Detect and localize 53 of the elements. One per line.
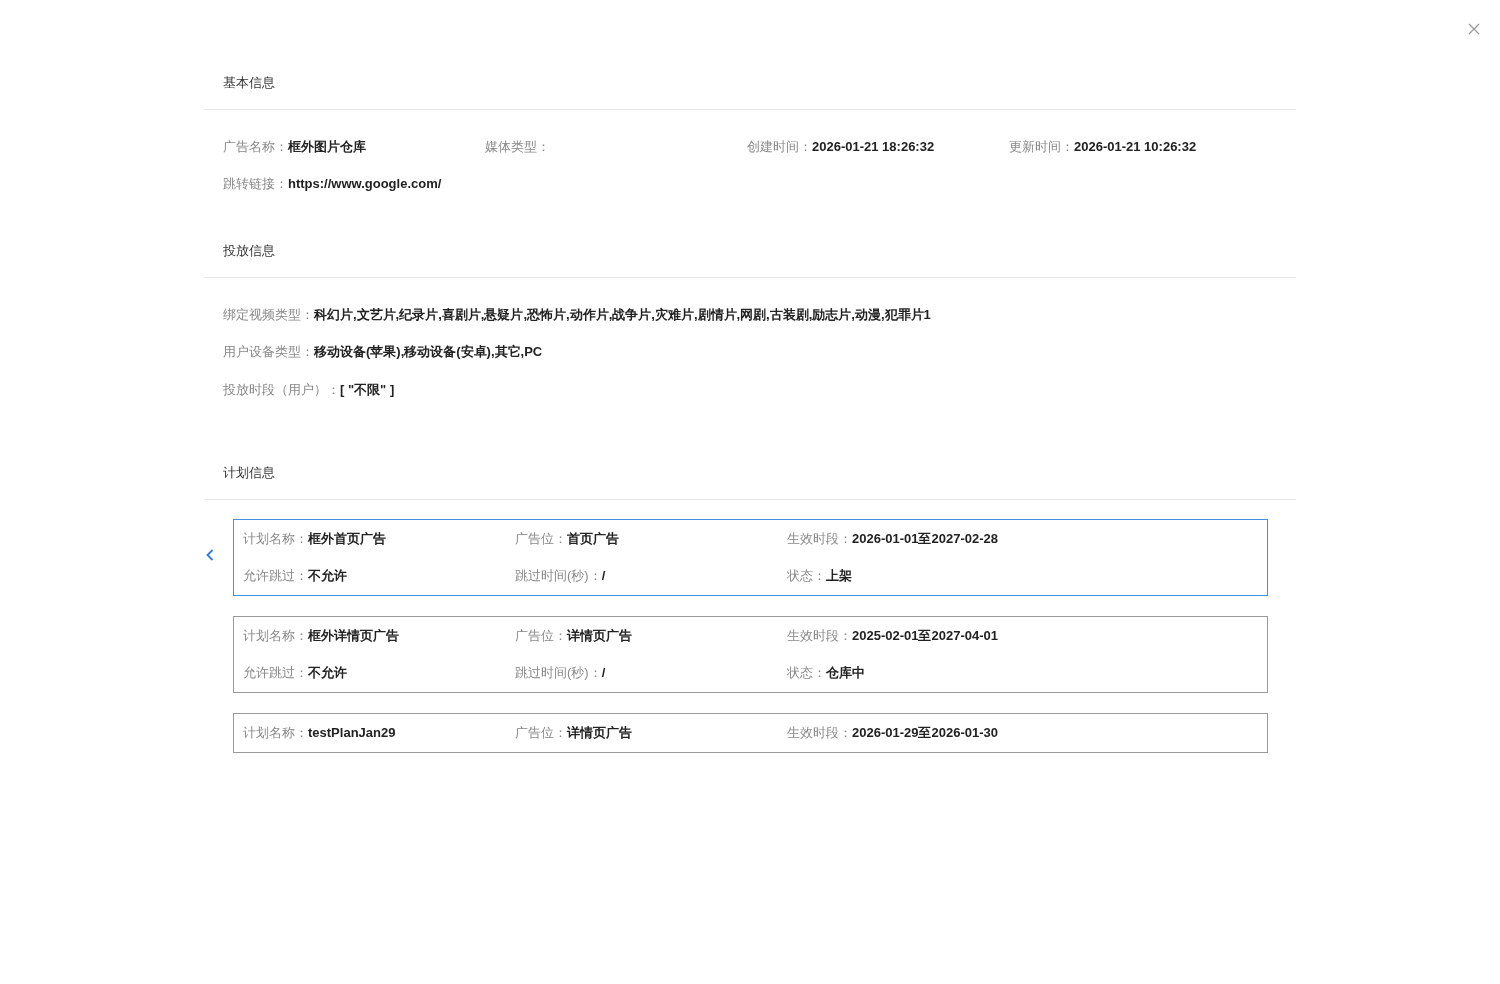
- field-value: 不允许: [308, 567, 347, 585]
- field-value: https://www.google.com/: [288, 176, 442, 192]
- field-label: 状态：: [787, 567, 826, 585]
- field-value: 首页广告: [567, 530, 619, 548]
- field-value: 科幻片,文艺片,纪录片,喜剧片,悬疑片,恐怖片,动作片,战争片,灾难片,剧情片,网剧,古装剧,励志片,动漫,犯罪片1: [314, 305, 931, 324]
- field-label: 绑定视频类型：: [223, 305, 314, 324]
- field-label: 允许跳过：: [243, 664, 308, 682]
- field-value: /: [601, 665, 606, 680]
- field-value: 详情页广告: [567, 627, 632, 645]
- field-label: 广告位：: [515, 530, 567, 548]
- field-label: 计划名称：: [243, 530, 308, 548]
- field-label: 状态：: [787, 664, 826, 682]
- field-value: 详情页广告: [567, 724, 632, 742]
- field-label: 投放时段（用户）：: [223, 380, 340, 399]
- field-value: 框外图片仓库: [288, 137, 366, 156]
- field-value: [ "不限" ]: [340, 380, 395, 399]
- field-value: /: [601, 568, 606, 583]
- field-value: 2026-01-29至2026-01-30: [852, 724, 998, 742]
- plan-card[interactable]: 计划名称：框外首页广告 广告位：首页广告 生效时段：2026-01-01至2027-02-28 允许跳过：不允许 跳过时间(秒)：/ 状态：上架: [233, 518, 1268, 596]
- field-value: 2026-01-01至2027-02-28: [852, 530, 998, 548]
- plan-card[interactable]: 计划名称：testPlanJan29 广告位：详情页广告 生效时段：2026-01-29至2026-01-30: [233, 712, 1268, 753]
- field-value: 框外首页广告: [308, 530, 386, 548]
- field-label: 计划名称：: [243, 724, 308, 742]
- field-value: 2026-01-21 10:26:32: [1074, 138, 1197, 154]
- field-value: 2025-02-01至2027-04-01: [852, 627, 998, 645]
- field-label: 生效时段：: [787, 627, 852, 645]
- field-label: 允许跳过：: [243, 567, 308, 585]
- field-label: 广告位：: [515, 724, 567, 742]
- field-label: 创建时间：: [747, 137, 812, 156]
- field-value: 2026-01-21 18:26:32: [812, 138, 935, 154]
- field-value: 框外详情页广告: [308, 627, 399, 645]
- section-title: 基本信息: [223, 74, 275, 92]
- section-title: 投放信息: [223, 242, 275, 260]
- field-value: 移动设备(苹果),移动设备(安卓),其它,PC: [314, 343, 543, 362]
- field-label: 媒体类型：: [485, 137, 550, 156]
- section-title: 计划信息: [223, 463, 275, 482]
- field-label: 跳过时间(秒)：: [515, 664, 602, 682]
- field-label: 更新时间：: [1009, 137, 1074, 156]
- field-label: 生效时段：: [787, 724, 852, 742]
- close-icon[interactable]: [1468, 23, 1480, 35]
- field-label: 跳转链接：: [223, 175, 288, 194]
- field-label: 广告位：: [515, 627, 567, 645]
- chevron-left-icon[interactable]: [206, 548, 214, 561]
- field-label: 广告名称：: [223, 137, 288, 156]
- field-value: testPlanJan29: [308, 725, 396, 740]
- field-label: 用户设备类型：: [223, 343, 314, 362]
- field-label: 跳过时间(秒)：: [515, 567, 602, 585]
- field-label: 生效时段：: [787, 530, 852, 548]
- field-value: 上架: [826, 567, 852, 585]
- field-value: 仓库中: [826, 664, 865, 682]
- field-value: 不允许: [308, 664, 347, 682]
- field-label: 计划名称：: [243, 627, 308, 645]
- plan-card[interactable]: 计划名称：框外详情页广告 广告位：详情页广告 生效时段：2025-02-01至2027-04-01 允许跳过：不允许 跳过时间(秒)：/ 状态：仓库中: [233, 615, 1268, 693]
